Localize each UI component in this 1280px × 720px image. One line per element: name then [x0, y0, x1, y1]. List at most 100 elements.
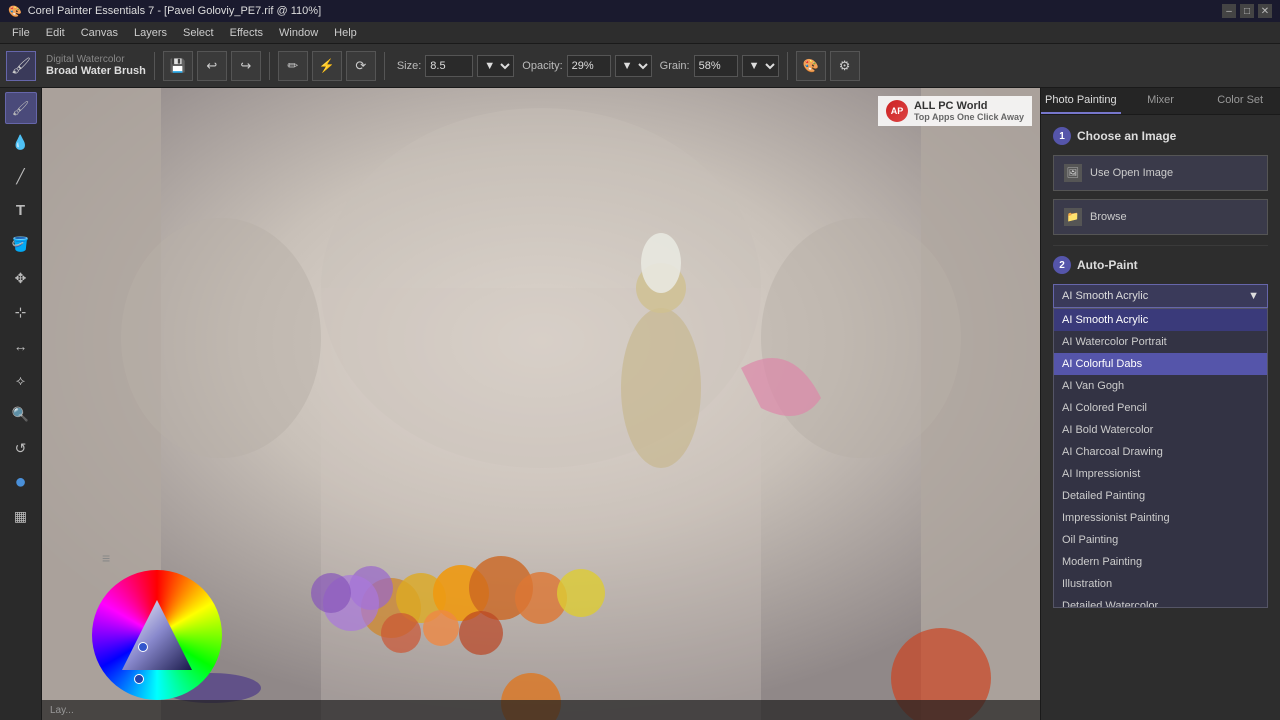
- save-btn[interactable]: 💾: [163, 51, 193, 81]
- menu-file[interactable]: File: [4, 25, 38, 41]
- tool-line[interactable]: ╱: [5, 160, 37, 192]
- open-image-icon: 🖼: [1064, 164, 1082, 182]
- tab-color-set[interactable]: Color Set: [1200, 88, 1280, 114]
- redo-btn[interactable]: ↪: [231, 51, 261, 81]
- dropdown-item-bold-watercolor[interactable]: AI Bold Watercolor: [1054, 419, 1267, 441]
- right-panel: Photo Painting Mixer Color Set 1 Choose …: [1040, 88, 1280, 720]
- size-dropdown[interactable]: ▼: [477, 55, 514, 77]
- title-bar-text: Corel Painter Essentials 7 - [Pavel Golo…: [28, 5, 321, 17]
- browse-label: Browse: [1090, 211, 1127, 223]
- dropdown-item-oil-painting[interactable]: Oil Painting: [1054, 529, 1267, 551]
- opacity-input[interactable]: [567, 55, 611, 77]
- watermark-text: ALL PC World Top Apps One Click Away: [914, 100, 1024, 122]
- color-dot-secondary: [134, 674, 144, 684]
- use-open-image-button[interactable]: 🖼 Use Open Image: [1053, 155, 1268, 191]
- dropdown-item-smooth-acrylic[interactable]: AI Smooth Acrylic: [1054, 309, 1267, 331]
- tool-blend[interactable]: ⟡: [5, 364, 37, 396]
- restore-button[interactable]: □: [1240, 4, 1254, 18]
- dropdown-arrow-icon: ▼: [1248, 290, 1259, 302]
- toolbar-sep-1: [154, 52, 155, 80]
- hamburger-icon[interactable]: ≡: [102, 550, 110, 566]
- menu-select[interactable]: Select: [175, 25, 222, 41]
- brush-name-label: Broad Water Brush: [46, 65, 146, 77]
- layers-panel-stub: Lay...: [42, 700, 1040, 720]
- minimize-button[interactable]: –: [1222, 4, 1236, 18]
- tool-search[interactable]: 🔍: [5, 398, 37, 430]
- tab-photo-painting[interactable]: Photo Painting: [1041, 88, 1121, 114]
- color-wheel[interactable]: [92, 570, 222, 700]
- opacity-dropdown[interactable]: ▼: [615, 55, 652, 77]
- step2-number: 2: [1053, 256, 1071, 274]
- left-panel: 🖌 💧 ╱ T 🪣 ✥ ⊹ ↔ ⟡ 🔍 ↺ ● ▦: [0, 88, 42, 720]
- grain-input[interactable]: [694, 55, 738, 77]
- autopaint-dropdown-list: AI Smooth Acrylic AI Watercolor Portrait…: [1053, 308, 1268, 608]
- dropdown-item-charcoal-drawing[interactable]: AI Charcoal Drawing: [1054, 441, 1267, 463]
- brush-mode3-btn[interactable]: ⟳: [346, 51, 376, 81]
- browse-button[interactable]: 📁 Browse: [1053, 199, 1268, 235]
- title-bar-left: 🎨 Corel Painter Essentials 7 - [Pavel Go…: [8, 5, 321, 18]
- opacity-label: Opacity:: [522, 60, 562, 72]
- close-button[interactable]: ✕: [1258, 4, 1272, 18]
- main-area: 🖌 💧 ╱ T 🪣 ✥ ⊹ ↔ ⟡ 🔍 ↺ ● ▦: [0, 88, 1280, 720]
- step1-title: Choose an Image: [1077, 129, 1176, 143]
- autopaint-dropdown-selected[interactable]: AI Smooth Acrylic ▼: [1053, 284, 1268, 308]
- toolbar-sep-4: [787, 52, 788, 80]
- brush-category-label: Digital Watercolor: [46, 54, 146, 65]
- color-triangle: [122, 600, 192, 670]
- tool-text[interactable]: T: [5, 194, 37, 226]
- title-bar: 🎨 Corel Painter Essentials 7 - [Pavel Go…: [0, 0, 1280, 22]
- dropdown-item-van-gogh[interactable]: AI Van Gogh: [1054, 375, 1267, 397]
- dropdown-item-impressionist[interactable]: AI Impressionist: [1054, 463, 1267, 485]
- dropdown-item-colorful-dabs[interactable]: AI Colorful Dabs: [1054, 353, 1267, 375]
- dropdown-item-watercolor-portrait[interactable]: AI Watercolor Portrait: [1054, 331, 1267, 353]
- step1-number: 1: [1053, 127, 1071, 145]
- tool-selection[interactable]: ⊹: [5, 296, 37, 328]
- tool-fill[interactable]: 🪣: [5, 228, 37, 260]
- menu-canvas[interactable]: Canvas: [73, 25, 126, 41]
- dropdown-item-detailed-watercolor[interactable]: Detailed Watercolor: [1054, 595, 1267, 608]
- menu-layers[interactable]: Layers: [126, 25, 175, 41]
- brush-icon: 🖌: [11, 56, 31, 76]
- browse-icon: 📁: [1064, 208, 1082, 226]
- watermark-logo: AP: [886, 100, 908, 122]
- tool-pattern[interactable]: ▦: [5, 500, 37, 532]
- dropdown-item-detailed-painting[interactable]: Detailed Painting: [1054, 485, 1267, 507]
- menu-effects[interactable]: Effects: [222, 25, 271, 41]
- color-dot-primary: [138, 642, 148, 652]
- scene: AP ALL PC World Top Apps One Click Away …: [42, 88, 1040, 720]
- title-bar-controls[interactable]: – □ ✕: [1222, 4, 1272, 18]
- settings-btn[interactable]: ⚙: [830, 51, 860, 81]
- brush-icon-btn[interactable]: 🖌: [6, 51, 36, 81]
- dropdown-item-colored-pencil[interactable]: AI Colored Pencil: [1054, 397, 1267, 419]
- dropdown-item-illustration[interactable]: Illustration: [1054, 573, 1267, 595]
- grain-dropdown[interactable]: ▼: [742, 55, 779, 77]
- brush-mode-btn[interactable]: ✏: [278, 51, 308, 81]
- color-btn[interactable]: 🎨: [796, 51, 826, 81]
- undo-btn[interactable]: ↩: [197, 51, 227, 81]
- watermark-line2: Top Apps One Click Away: [914, 112, 1024, 122]
- brush-mode2-btn[interactable]: ⚡: [312, 51, 342, 81]
- step2-header: 2 Auto-Paint: [1053, 256, 1268, 274]
- grain-label: Grain:: [660, 60, 690, 72]
- toolbar-sep-2: [269, 52, 270, 80]
- tool-mirror[interactable]: ↔: [5, 330, 37, 362]
- step2-title: Auto-Paint: [1077, 258, 1138, 272]
- menu-window[interactable]: Window: [271, 25, 326, 41]
- tool-color-circle[interactable]: ●: [5, 466, 37, 498]
- tool-rotate[interactable]: ↺: [5, 432, 37, 464]
- right-tabs: Photo Painting Mixer Color Set: [1041, 88, 1280, 115]
- watermark: AP ALL PC World Top Apps One Click Away: [878, 96, 1032, 126]
- tool-brush[interactable]: 🖌: [5, 92, 37, 124]
- use-open-image-label: Use Open Image: [1090, 167, 1173, 179]
- dropdown-item-modern-painting[interactable]: Modern Painting: [1054, 551, 1267, 573]
- menu-edit[interactable]: Edit: [38, 25, 73, 41]
- menu-help[interactable]: Help: [326, 25, 365, 41]
- tool-dropper[interactable]: 💧: [5, 126, 37, 158]
- tab-mixer[interactable]: Mixer: [1121, 88, 1201, 114]
- toolbar-sep-3: [384, 52, 385, 80]
- autopaint-selected-value: AI Smooth Acrylic: [1062, 290, 1148, 302]
- dropdown-item-impressionist-painting[interactable]: Impressionist Painting: [1054, 507, 1267, 529]
- size-input[interactable]: [425, 55, 473, 77]
- tool-transform[interactable]: ✥: [5, 262, 37, 294]
- canvas-area[interactable]: AP ALL PC World Top Apps One Click Away …: [42, 88, 1040, 720]
